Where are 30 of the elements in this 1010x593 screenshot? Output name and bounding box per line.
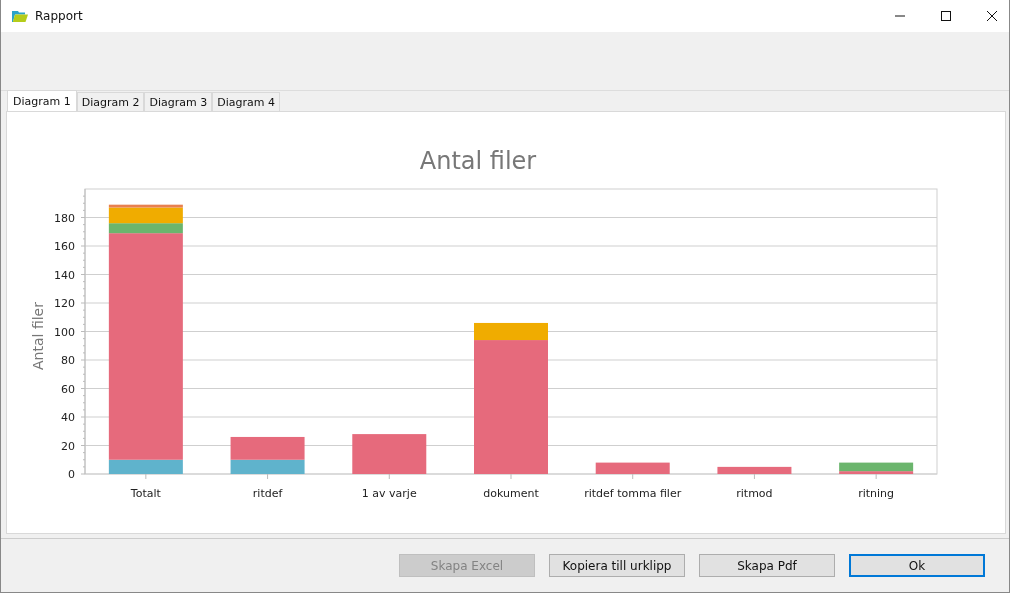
tab[interactable]: Diagram 1: [7, 90, 77, 111]
tab[interactable]: Diagram 3: [144, 92, 213, 111]
tick-label: 60: [61, 382, 75, 396]
close-icon[interactable]: [987, 11, 997, 21]
tick-label: 180: [54, 211, 75, 225]
category-label: ritdef tomma filer: [584, 487, 682, 500]
tick-label: 20: [61, 439, 75, 453]
tick-label: 160: [54, 240, 75, 253]
tick-label: 100: [54, 325, 75, 339]
tick-label: 40: [61, 411, 75, 424]
action-button[interactable]: Skapa Pdf: [699, 554, 835, 577]
category-label: ritmod: [736, 487, 773, 500]
action-button[interactable]: Kopiera till urklipp: [549, 554, 685, 577]
axis-title: Antal filer: [30, 302, 46, 370]
category-label: dokument: [483, 487, 539, 500]
tick-label: 120: [54, 297, 75, 310]
folder-icon: [12, 9, 28, 23]
chart-title: Antal filer: [419, 147, 537, 175]
window-title: Rapport: [35, 9, 83, 23]
category-label: ritning: [858, 487, 895, 500]
tab[interactable]: Diagram 4: [212, 92, 280, 111]
category-label: 1 av varje: [361, 487, 417, 500]
tab[interactable]: Diagram 2: [76, 92, 145, 111]
tick-label: 80: [61, 354, 75, 367]
category-label: ritdef: [252, 487, 283, 500]
category-label: Totalt: [130, 487, 161, 500]
action-button[interactable]: Ok: [849, 554, 985, 577]
tick-label: 140: [54, 268, 75, 282]
maximize-icon[interactable]: [941, 11, 951, 21]
tick-label: 0: [68, 468, 75, 481]
